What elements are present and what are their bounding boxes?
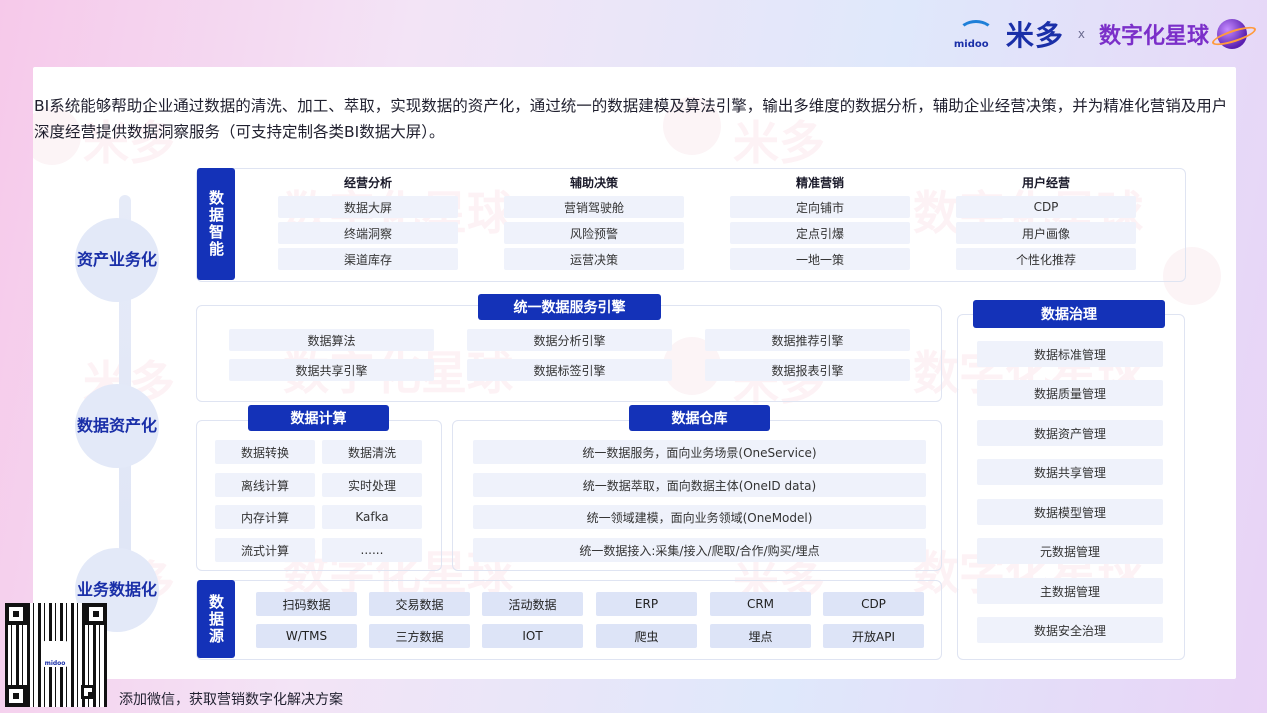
warehouse-title: 数据仓库: [629, 405, 770, 431]
governance-item: 元数据管理: [977, 538, 1163, 564]
compute-item: 流式计算: [215, 538, 315, 562]
source-item: W/TMS: [256, 624, 357, 648]
partner-name: 数字化星球: [1098, 24, 1209, 49]
footer-text: 添加微信，获取营销数字化解决方案: [119, 692, 343, 708]
intel-item: 定向铺市: [730, 196, 910, 218]
intro-text: BI系统能够帮助企业通过数据的清洗、加工、萃取，实现数据的资产化，通过统一的数据…: [34, 97, 1228, 141]
planet-icon: [1217, 19, 1247, 49]
column-header: 辅助决策: [569, 176, 618, 190]
brand-header: midoo 米多 x 数字化星球: [954, 14, 1247, 54]
intelligence-tab-label: 数据智能: [207, 190, 225, 258]
compute-item: ......: [322, 538, 422, 562]
engine-item: 数据共享引擎: [229, 359, 434, 381]
warehouse-item: 统一数据服务，面向业务场景(OneService): [473, 440, 926, 464]
source-item: 交易数据: [369, 592, 470, 616]
intel-item: 定点引爆: [730, 222, 910, 244]
brand-name: 米多: [1005, 19, 1064, 52]
compute-item: 数据转换: [215, 440, 315, 464]
column-header: 用户经营: [1021, 176, 1070, 190]
intel-item: 数据大屏: [278, 196, 458, 218]
engine-item: 数据算法: [229, 329, 434, 351]
engine-item: 数据报表引擎: [705, 359, 910, 381]
governance-item: 数据共享管理: [977, 459, 1163, 485]
source-item: 爬虫: [596, 624, 697, 648]
compute-item: Kafka: [322, 505, 422, 529]
governance-item: 数据资产管理: [977, 420, 1163, 446]
compute-title: 数据计算: [248, 405, 389, 431]
source-item: IOT: [482, 624, 583, 648]
intel-item: 营销驾驶舱: [504, 196, 684, 218]
intelligence-tab: 数据智能: [197, 168, 235, 280]
wechat-qr-code[interactable]: midoo: [5, 603, 107, 707]
engine-title: 统一数据服务引擎: [478, 294, 661, 320]
source-item: CDP: [823, 592, 924, 616]
sources-tab-label: 数据源: [207, 593, 225, 645]
brand-separator: x: [1077, 27, 1085, 41]
governance-item: 数据质量管理: [977, 380, 1163, 406]
intel-item: 终端洞察: [278, 222, 458, 244]
intel-item: 渠道库存: [278, 248, 458, 270]
sources-tab: 数据源: [197, 580, 235, 658]
warehouse-item: 统一领域建模，面向业务领域(OneModel): [473, 505, 926, 529]
source-item: 扫码数据: [256, 592, 357, 616]
column-header: 经营分析: [343, 176, 392, 190]
engine-item: 数据标签引擎: [467, 359, 672, 381]
governance-item: 数据安全治理: [977, 617, 1163, 643]
warehouse-item: 统一数据萃取，面向数据主体(OneID data): [473, 473, 926, 497]
intel-item: 运营决策: [504, 248, 684, 270]
intel-item: 用户画像: [956, 222, 1136, 244]
layer-asset-to-business: 资产业务化: [75, 218, 159, 302]
governance-title: 数据治理: [973, 300, 1165, 328]
governance-item: 数据模型管理: [977, 499, 1163, 525]
intel-item: 风险预警: [504, 222, 684, 244]
warehouse-item: 统一数据接入:采集/接入/爬取/合作/购买/埋点: [473, 538, 926, 562]
qr-logo-icon: midoo: [41, 641, 69, 667]
midoo-logo-icon: midoo: [954, 16, 998, 52]
source-item: CRM: [710, 592, 811, 616]
source-item: 三方数据: [369, 624, 470, 648]
intel-item: 一地一策: [730, 248, 910, 270]
governance-item: 数据标准管理: [977, 341, 1163, 367]
engine-item: 数据推荐引擎: [705, 329, 910, 351]
intel-item: 个性化推荐: [956, 248, 1136, 270]
compute-item: 数据清洗: [322, 440, 422, 464]
engine-item: 数据分析引擎: [467, 329, 672, 351]
compute-item: 实时处理: [322, 473, 422, 497]
source-item: 埋点: [710, 624, 811, 648]
column-header: 精准营销: [795, 176, 844, 190]
layer-data-to-asset: 数据资产化: [75, 384, 159, 468]
governance-item: 主数据管理: [977, 578, 1163, 604]
source-item: 活动数据: [482, 592, 583, 616]
source-item: 开放API: [823, 624, 924, 648]
source-item: ERP: [596, 592, 697, 616]
compute-item: 内存计算: [215, 505, 315, 529]
intel-item: CDP: [956, 196, 1136, 218]
compute-item: 离线计算: [215, 473, 315, 497]
